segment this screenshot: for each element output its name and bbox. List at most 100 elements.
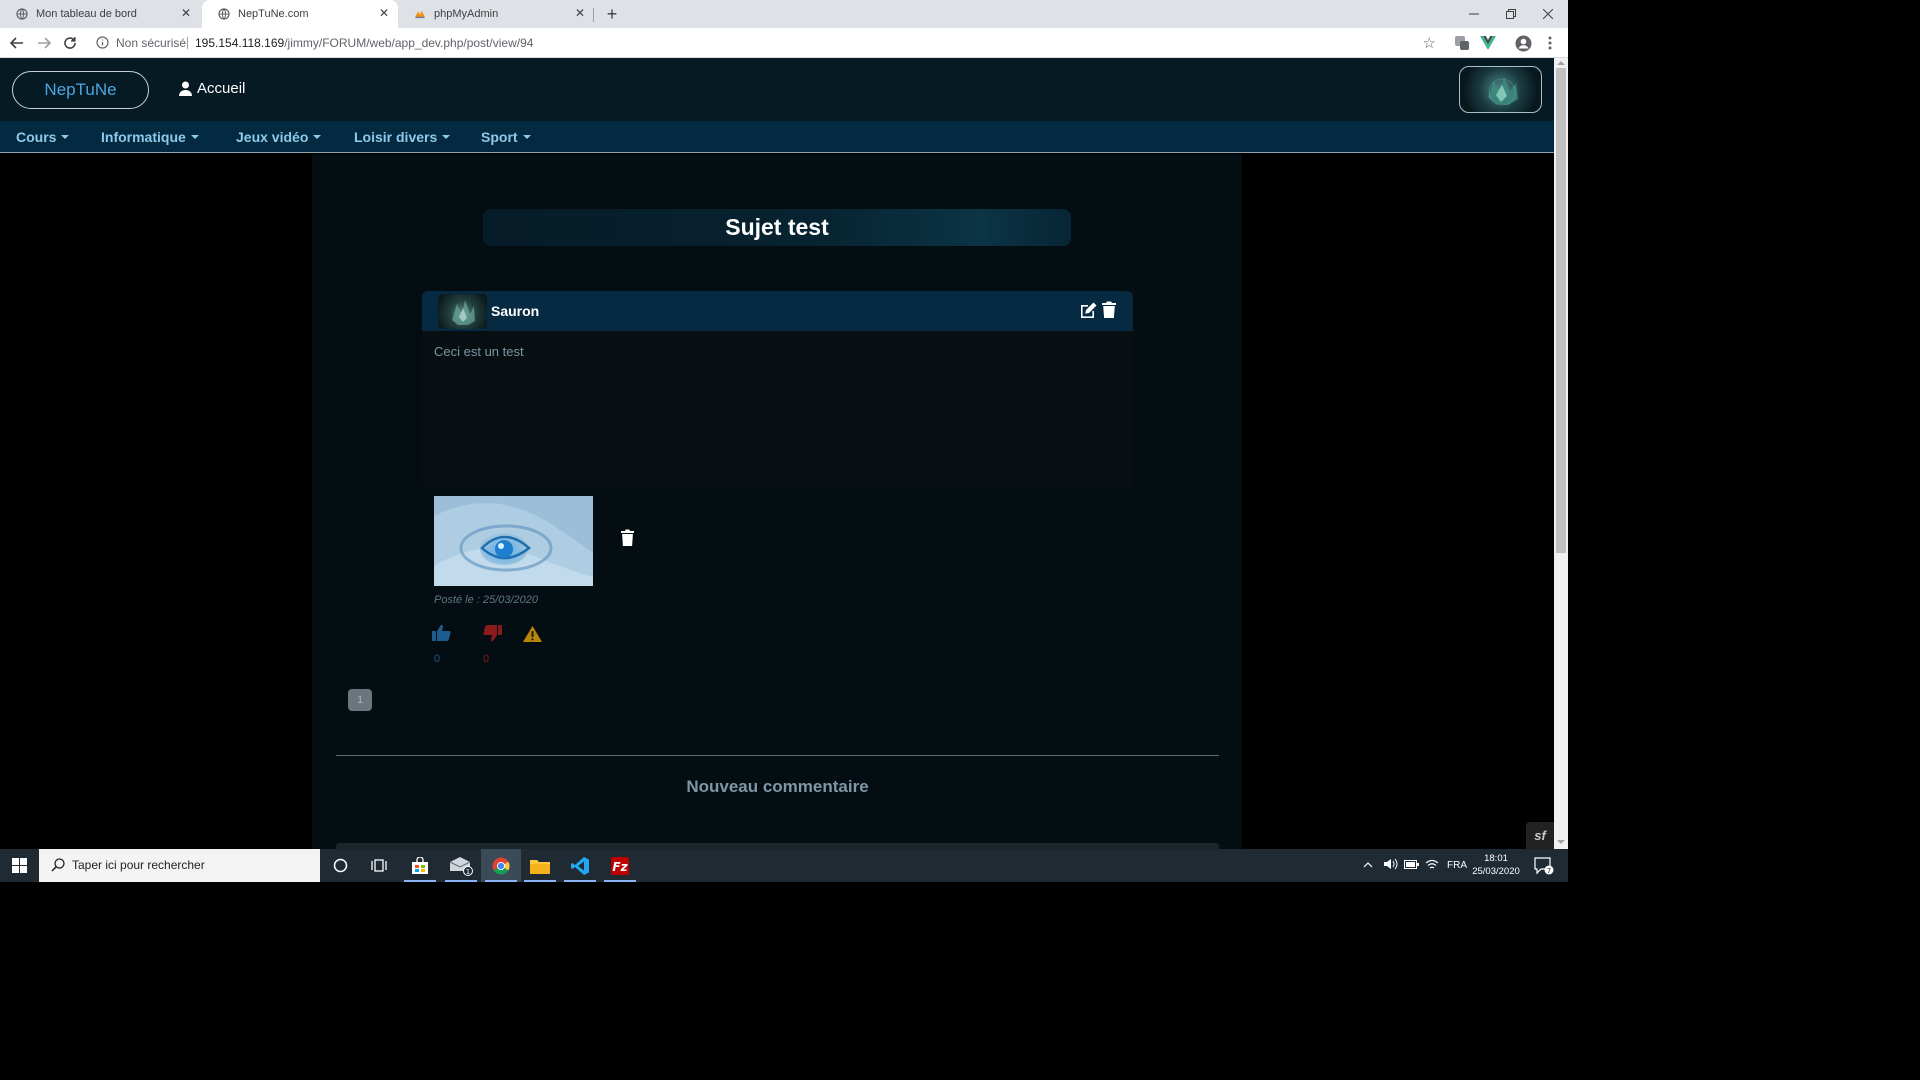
thumbs-down-icon[interactable]: [483, 625, 502, 647]
tab-mon-tableau-de-bord[interactable]: Mon tableau de bord ✕: [0, 0, 200, 28]
page-scrollbar[interactable]: [1554, 58, 1568, 849]
star-icon[interactable]: ☆: [1423, 34, 1436, 52]
trash-icon[interactable]: [1102, 301, 1116, 323]
omnibox-divider: [187, 37, 188, 49]
volume-icon[interactable]: [1383, 858, 1398, 873]
post-body: Ceci est un test: [434, 344, 524, 359]
post-date: Posté le : 25/03/2020: [434, 594, 538, 606]
delete-attachment-icon[interactable]: [621, 529, 634, 551]
attachment-image[interactable]: [434, 496, 593, 586]
close-icon[interactable]: ✕: [180, 7, 192, 19]
back-button[interactable]: [7, 33, 27, 53]
url-host: 195.154.118.169: [195, 36, 285, 50]
tab-neptune[interactable]: NepTuNe.com ✕: [202, 0, 398, 28]
nav-sport[interactable]: Sport: [481, 129, 531, 145]
filezilla-icon: Fz: [611, 856, 629, 875]
nav-informatique[interactable]: Informatique: [101, 129, 199, 145]
restore-button[interactable]: [1493, 0, 1529, 28]
reload-icon: [64, 37, 76, 49]
cortana-button[interactable]: [320, 849, 360, 882]
post-author[interactable]: Sauron: [491, 303, 539, 319]
address-bar[interactable]: Non sécurisé 195.154.118.169/jimmy/FORUM…: [90, 31, 1444, 55]
crystal-avatar-image: [452, 300, 475, 325]
input-language[interactable]: FRA: [1447, 860, 1467, 871]
info-icon[interactable]: [96, 36, 109, 54]
cortana-icon: [333, 858, 347, 873]
symfony-toolbar-icon[interactable]: sf: [1526, 822, 1554, 849]
home-label: Accueil: [197, 80, 246, 97]
menu-kebab-icon[interactable]: [1541, 34, 1559, 52]
folder-icon: [530, 859, 550, 874]
nav-label: Cours: [16, 129, 57, 145]
windows-taskbar: Taper ici pour rechercher 1 Fz FRA 18:01…: [0, 849, 1568, 882]
new-tab-button[interactable]: +: [602, 4, 622, 24]
mail-badge: 1: [466, 868, 470, 876]
chrome-icon: [492, 857, 510, 875]
battery-icon[interactable]: [1404, 859, 1419, 872]
close-window-button[interactable]: [1530, 0, 1566, 28]
taskbar-chrome[interactable]: [481, 849, 521, 882]
profile-icon[interactable]: [1514, 34, 1532, 52]
taskbar-file-explorer[interactable]: [520, 849, 560, 882]
browser-toolbar: Non sécurisé 195.154.118.169/jimmy/FORUM…: [0, 28, 1568, 58]
home-link[interactable]: Accueil: [179, 80, 245, 97]
site-header: NepTuNe Accueil: [0, 58, 1554, 121]
nav-label: Sport: [481, 129, 518, 145]
scrollbar-thumb[interactable]: [1556, 68, 1566, 553]
mail-icon: 1: [449, 856, 473, 876]
nav-jeux-video[interactable]: Jeux vidéo: [236, 129, 322, 145]
taskbar-store[interactable]: [400, 849, 440, 882]
minimize-button[interactable]: [1456, 0, 1492, 28]
user-icon: [179, 81, 192, 96]
active-indicator: [404, 880, 436, 882]
clock[interactable]: 18:01 25/03/2020: [1468, 852, 1524, 878]
post-header: Sauron: [422, 291, 1133, 331]
taskbar-mail[interactable]: 1: [441, 849, 481, 882]
taskbar-filezilla[interactable]: Fz: [600, 849, 640, 882]
forward-button[interactable]: [34, 33, 54, 53]
wifi-icon[interactable]: [1425, 859, 1439, 873]
notification-icon[interactable]: 7: [1534, 857, 1554, 880]
brand-button[interactable]: NepTuNe: [12, 71, 149, 109]
clock-time: 18:01: [1484, 853, 1508, 864]
start-button[interactable]: [0, 849, 39, 882]
nav-label: Loisir divers: [354, 129, 438, 145]
scroll-down-icon[interactable]: [1557, 840, 1565, 844]
system-tray: FRA: [1363, 849, 1467, 882]
taskbar-vscode[interactable]: [560, 849, 600, 882]
caret-down-icon: [522, 135, 531, 139]
crystal-avatar-image: [1488, 77, 1518, 106]
url-text: 195.154.118.169/jimmy/FORUM/web/app_dev.…: [195, 36, 533, 50]
pagination-page-button[interactable]: 1: [348, 689, 372, 711]
close-icon[interactable]: ✕: [574, 7, 586, 19]
minimize-icon: [1469, 13, 1479, 15]
nav-cours[interactable]: Cours: [16, 129, 70, 145]
search-placeholder: Taper ici pour rechercher: [72, 858, 205, 872]
downvote-count: 0: [483, 653, 490, 665]
nav-loisir-divers[interactable]: Loisir divers: [354, 129, 451, 145]
extension-vue-icon[interactable]: [1479, 34, 1497, 52]
section-divider: [336, 755, 1219, 756]
arrow-right-icon: [38, 37, 51, 49]
active-indicator: [485, 880, 517, 882]
warning-icon[interactable]: [523, 626, 542, 647]
search-icon: [51, 858, 65, 877]
nav-label: Informatique: [101, 129, 186, 145]
chevron-up-icon[interactable]: [1363, 860, 1373, 871]
user-avatar[interactable]: [1459, 66, 1542, 113]
edit-icon[interactable]: [1080, 302, 1097, 323]
vscode-icon: [571, 856, 589, 875]
thumbs-up-icon[interactable]: [432, 624, 451, 646]
extension-translate-icon[interactable]: [1453, 34, 1471, 52]
url-path: /jimmy/FORUM/web/app_dev.php/post/view/9…: [284, 36, 534, 50]
taskbar-search[interactable]: Taper ici pour rechercher: [39, 849, 320, 882]
nav-label: Jeux vidéo: [236, 129, 309, 145]
tab-phpmyadmin[interactable]: phpMyAdmin ✕: [398, 0, 594, 28]
topic-title: Sujet test: [725, 214, 829, 240]
reload-button[interactable]: [60, 33, 80, 53]
author-avatar[interactable]: [438, 294, 487, 329]
tab-title: Mon tableau de bord: [36, 8, 137, 20]
scroll-up-icon[interactable]: [1557, 61, 1565, 65]
close-icon[interactable]: ✕: [378, 7, 390, 19]
task-view-button[interactable]: [359, 849, 399, 882]
